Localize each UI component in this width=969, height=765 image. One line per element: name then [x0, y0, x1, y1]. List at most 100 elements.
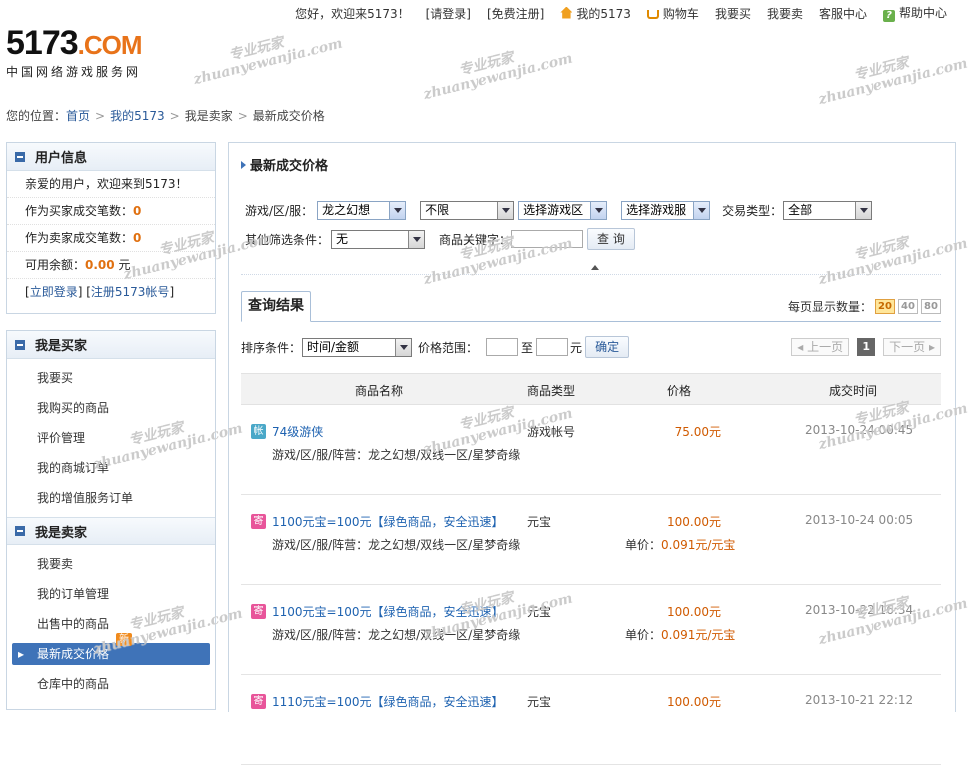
price-max-input[interactable] [536, 338, 569, 356]
watermark: 专业玩家 zhuanyewanjia.com [419, 37, 575, 104]
buyer-deals-label: 作为买家成交笔数： [25, 204, 134, 218]
collapse-filters-toggle[interactable] [241, 265, 941, 275]
table-header: 商品名称 商品类型 价格 成交时间 [241, 373, 941, 405]
sell-link[interactable]: 我要卖 [759, 5, 811, 22]
filter-row-game: 游戏/区/服： 龙之幻想 不限 选择游戏区 选择游戏服 交易类型： 全部 [245, 201, 873, 220]
menu-item-on-sale[interactable]: 出售中的商品 [7, 609, 215, 639]
help-center-link[interactable]: ? 帮助中心 [875, 4, 955, 22]
menu-item-purchased[interactable]: 我购买的商品 [7, 393, 215, 423]
buy-link[interactable]: 我要买 [707, 5, 759, 22]
user-info-title: 用户信息 [35, 151, 88, 166]
seller-deals-count: 0 [133, 231, 142, 245]
unit-price-value: 0.091元/元宝 [661, 538, 736, 552]
price-unit-label: 元 [570, 340, 583, 355]
area-select[interactable]: 选择游戏区 [518, 201, 608, 220]
breadcrumb-current: 最新成交价格 [252, 109, 325, 123]
item-type: 元宝 [527, 605, 552, 619]
breadcrumb-prefix: 您的位置： [6, 109, 67, 123]
prev-page-button[interactable]: ◂ 上一页 [791, 338, 850, 356]
watermark: 专业玩家 zhuanyewanjia.com [814, 42, 969, 108]
price-min-input[interactable] [486, 338, 519, 356]
unit-price-label: 单价： [625, 538, 662, 552]
per-page-selector: 每页显示数量： 20 40 80 [788, 298, 941, 315]
buyer-menu-list: 我要买 我购买的商品 评价管理 我的商城订单 我的增值服务订单 [7, 359, 215, 517]
menu-item-reviews[interactable]: 评价管理 [7, 423, 215, 453]
menu-item-buy[interactable]: 我要买 [7, 363, 215, 393]
unit-price-label: 单价： [625, 628, 662, 642]
item-time: 2013-10-24 00:45 [805, 423, 914, 437]
service-center-link[interactable]: 客服中心 [811, 5, 875, 22]
register-account-link[interactable]: 注册5173帐号 [91, 285, 170, 299]
collapse-icon[interactable] [15, 526, 25, 536]
logo-tagline: 中国网络游戏服务网 [6, 65, 142, 79]
server-select[interactable]: 选择游戏服 [621, 201, 711, 220]
col-time: 成交时间 [829, 384, 878, 398]
chevron-down-icon [408, 230, 425, 248]
balance-row: 可用余额：0.00 元 [7, 252, 215, 279]
other-filter-select[interactable]: 无 [331, 229, 426, 249]
greeting-text: 您好，欢迎来5173！ [295, 6, 410, 21]
next-page-button[interactable]: 下一页 ▸ [883, 338, 941, 356]
buyer-menu-title: 我是买家 [35, 339, 88, 354]
item-unit-price: 单价：0.091元/元宝 [625, 536, 735, 553]
login-now-link[interactable]: 立即登录 [30, 285, 78, 299]
item-server: 游戏/区/服/阵营：龙之幻想/双线一区/星梦奇缘 [272, 538, 521, 552]
per-page-40[interactable]: 40 [898, 299, 918, 314]
item-name-link[interactable]: 74级游侠 [272, 423, 323, 440]
keyword-input[interactable] [511, 230, 584, 248]
login-link[interactable]: [请登录] [418, 5, 479, 22]
breadcrumb-seller: 我是卖家 [184, 109, 233, 123]
menu-item-latest-prices[interactable]: 最新成交价格新 [12, 633, 210, 665]
register-link[interactable]: [免费注册] [479, 5, 552, 22]
seller-deals-label: 作为卖家成交笔数： [25, 231, 134, 245]
item-name-link[interactable]: 1100元宝=100元【绿色商品，安全迅速】 [272, 513, 504, 530]
item-server: 游戏/区/服/阵营：龙之幻想/双线一区/星梦奇缘 [272, 448, 521, 462]
breadcrumb-my5173[interactable]: 我的5173 [110, 109, 165, 123]
user-info-panel: 用户信息 亲爱的用户，欢迎来到5173！ 作为买家成交笔数： 0 作为卖家成交笔数… [6, 142, 216, 314]
balance-amount: 0.00 [85, 258, 115, 272]
search-button[interactable]: 查 询 [587, 228, 635, 250]
chevron-down-icon [389, 202, 406, 219]
welcome-text: 亲爱的用户，欢迎来到5173！ [7, 171, 215, 198]
collapse-icon[interactable] [15, 339, 25, 350]
item-time: 2013-10-21 22:12 [805, 693, 914, 707]
trade-type-select[interactable]: 全部 [783, 201, 873, 220]
menu-item-mall-orders[interactable]: 我的商城订单 [7, 453, 215, 483]
confirm-button[interactable]: 确定 [585, 336, 630, 358]
sort-select[interactable]: 时间/金额 [302, 337, 413, 357]
per-page-20[interactable]: 20 [875, 299, 895, 314]
user-info-header[interactable]: 用户信息 [7, 143, 215, 171]
game-select[interactable]: 龙之幻想 [317, 201, 407, 220]
my5173-link[interactable]: 我的5173 [552, 5, 639, 22]
site-logo[interactable]: 5173.COM 中国网络游戏服务网 [6, 26, 176, 80]
watermark-line2: zhuanyewanjia.com [192, 35, 345, 89]
buyer-menu-header[interactable]: 我是买家 [7, 331, 215, 359]
watermark-line2: zhuanyewanjia.com [422, 50, 575, 104]
menu-item-order-management[interactable]: 我的订单管理 [7, 579, 215, 609]
account-links-row: [立即登录] [注册5173帐号] [25, 285, 175, 299]
area-mode-select[interactable]: 不限 [420, 201, 515, 220]
seller-menu-header[interactable]: 我是卖家 [7, 517, 215, 545]
gold-type-icon: 寄 [251, 694, 266, 709]
item-price: 100.00元 [667, 515, 721, 529]
tab-results[interactable]: 查询结果 [241, 291, 311, 322]
balance-unit: 元 [118, 258, 131, 272]
breadcrumb-home[interactable]: 首页 [66, 109, 90, 123]
item-unit-price: 单价：0.091元/元宝 [625, 626, 735, 643]
balance-label: 可用余额： [25, 258, 86, 272]
item-price: 75.00元 [674, 425, 721, 439]
col-price: 价格 [667, 384, 692, 398]
current-page[interactable]: 1 [857, 338, 876, 356]
item-name-link[interactable]: 1110元宝=100元【绿色商品，安全迅速】 [272, 693, 504, 710]
cart-link[interactable]: 购物车 [639, 5, 707, 22]
menu-item-warehouse[interactable]: 仓库中的商品 [7, 669, 215, 699]
new-badge: 新 [116, 633, 132, 646]
item-name-link[interactable]: 1100元宝=100元【绿色商品，安全迅速】 [272, 603, 504, 620]
seller-menu-title: 我是卖家 [35, 525, 88, 541]
per-page-80[interactable]: 80 [921, 299, 941, 314]
menu-item-service-orders[interactable]: 我的增值服务订单 [7, 483, 215, 513]
sort-row: 排序条件： 时间/金额 价格范围： 至 元 确定 [241, 336, 630, 358]
collapse-icon[interactable] [15, 151, 25, 162]
menu-item-sell[interactable]: 我要卖 [7, 549, 215, 579]
item-type: 元宝 [527, 695, 552, 709]
